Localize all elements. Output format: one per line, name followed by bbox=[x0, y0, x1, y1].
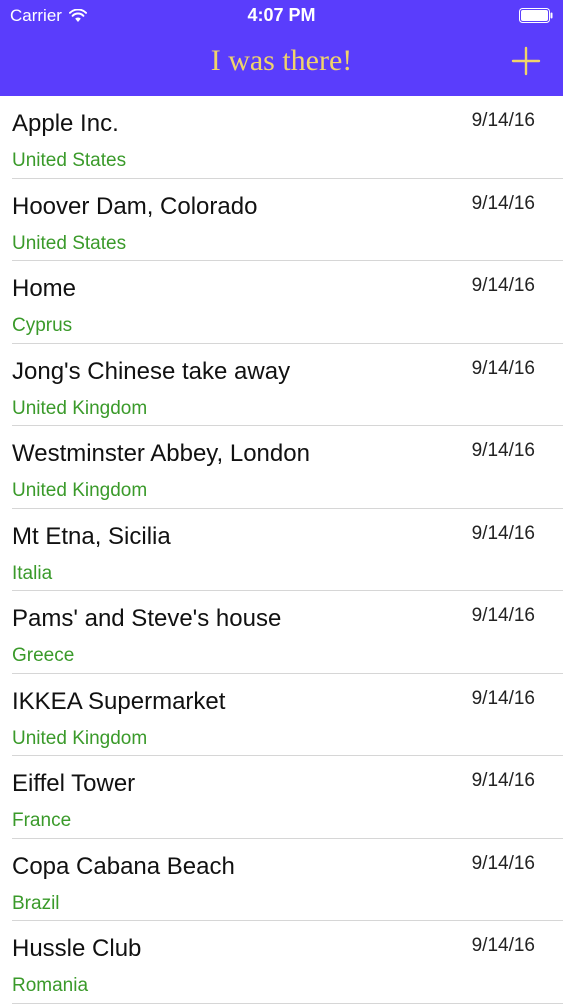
visit-date: 9/14/16 bbox=[471, 605, 535, 626]
visit-date: 9/14/16 bbox=[471, 687, 535, 709]
place-name: Apple Inc. bbox=[12, 110, 119, 137]
top-bar: Carrier 4:07 PM I was there! bbox=[0, 0, 563, 96]
list-item[interactable]: Westminster Abbey, London 9/14/16 United… bbox=[0, 426, 563, 509]
visit-date: 9/14/16 bbox=[471, 852, 535, 874]
country-name: United States bbox=[12, 232, 127, 254]
visit-date: 9/14/16 bbox=[471, 110, 535, 131]
country-name: United Kingdom bbox=[12, 727, 148, 749]
visit-date: 9/14/16 bbox=[471, 192, 535, 214]
country-name: United States bbox=[12, 150, 127, 171]
visit-date: 9/14/16 bbox=[471, 440, 535, 461]
place-name: Hussle Club bbox=[12, 935, 142, 962]
visit-date: 9/14/16 bbox=[471, 275, 535, 296]
status-time: 4:07 PM bbox=[247, 5, 316, 25]
list-item[interactable]: Jong's Chinese take away 9/14/16 United … bbox=[0, 344, 563, 427]
list-item[interactable]: Copa Cabana Beach 9/14/16 Brazil bbox=[0, 839, 563, 922]
country-name: Brazil bbox=[12, 892, 60, 914]
place-name: Home bbox=[12, 275, 77, 302]
list-item[interactable]: Hoover Dam, Colorado 9/14/16 United Stat… bbox=[0, 179, 563, 262]
list-item[interactable]: Eiffel Tower 9/14/16 France bbox=[0, 756, 563, 839]
country-name: Greece bbox=[12, 645, 75, 666]
status-bar: Carrier 4:07 PM bbox=[0, 0, 563, 32]
list-item[interactable]: Apple Inc. 9/14/16 United States bbox=[0, 96, 563, 179]
page-title: I was there! bbox=[210, 44, 353, 77]
country-name: United Kingdom bbox=[12, 397, 148, 419]
country-name: United Kingdom bbox=[12, 480, 148, 501]
country-name: France bbox=[12, 810, 72, 831]
place-name: Copa Cabana Beach bbox=[12, 852, 235, 880]
place-name: Eiffel Tower bbox=[12, 770, 136, 797]
list-item[interactable]: IKKEA Supermarket 9/14/16 United Kingdom bbox=[0, 674, 563, 757]
place-name: IKKEA Supermarket bbox=[12, 687, 226, 715]
navigation-bar: I was there! bbox=[0, 32, 563, 96]
country-name: Romania bbox=[12, 975, 89, 996]
add-button[interactable] bbox=[511, 46, 541, 76]
country-name: Italia bbox=[12, 562, 53, 584]
visit-date: 9/14/16 bbox=[471, 770, 535, 791]
list-item[interactable]: Home 9/14/16 Cyprus bbox=[0, 261, 563, 344]
place-name: Jong's Chinese take away bbox=[12, 357, 291, 385]
country-name: Cyprus bbox=[12, 315, 73, 336]
battery-icon bbox=[519, 8, 553, 23]
list-item[interactable]: Hussle Club 9/14/16 Romania bbox=[0, 921, 563, 1004]
visit-date: 9/14/16 bbox=[471, 935, 535, 956]
place-name: Mt Etna, Sicilia bbox=[12, 522, 171, 550]
visit-date: 9/14/16 bbox=[471, 522, 535, 544]
list-item[interactable]: Mt Etna, Sicilia 9/14/16 Italia bbox=[0, 509, 563, 592]
place-name: Hoover Dam, Colorado bbox=[12, 192, 258, 220]
plus-icon bbox=[511, 46, 541, 76]
place-name: Pams' and Steve's house bbox=[12, 605, 282, 632]
list-item[interactable]: Pams' and Steve's house 9/14/16 Greece bbox=[0, 591, 563, 674]
visit-date: 9/14/16 bbox=[471, 357, 535, 379]
place-name: Westminster Abbey, London bbox=[12, 440, 310, 467]
places-list: Apple Inc. 9/14/16 United States Hoover … bbox=[0, 96, 563, 1004]
